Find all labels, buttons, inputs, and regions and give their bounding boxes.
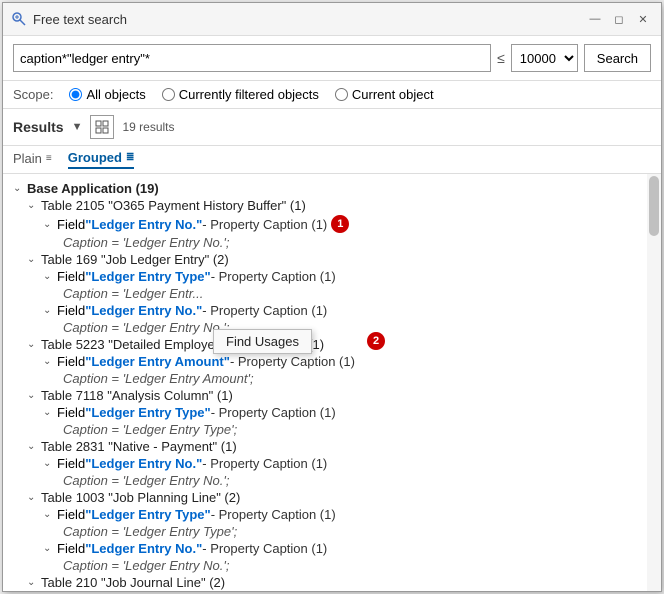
close-button[interactable]: ✕ bbox=[633, 9, 653, 29]
scrollbar-thumb[interactable] bbox=[649, 176, 659, 236]
scrollbar-track[interactable] bbox=[647, 174, 661, 591]
chevron-icon[interactable]: ⌄ bbox=[27, 577, 41, 588]
tree-caption-6: Caption = 'Ledger Entry No.'; bbox=[3, 472, 661, 489]
limit-select[interactable]: 10000 bbox=[511, 44, 578, 72]
limit-symbol: ≤ bbox=[497, 50, 505, 66]
tree-base-application[interactable]: ⌄ Base Application (19) bbox=[3, 180, 661, 197]
chevron-icon[interactable]: ⌄ bbox=[43, 543, 57, 554]
results-chevron[interactable]: ▼ bbox=[72, 121, 83, 133]
tree-caption-7: Caption = 'Ledger Entry Type'; bbox=[3, 523, 661, 540]
chevron-icon[interactable]: ⌄ bbox=[27, 390, 41, 401]
chevron-icon[interactable]: ⌄ bbox=[43, 219, 57, 230]
results-header: Results ▼ 19 results bbox=[3, 109, 661, 146]
window-title: Free text search bbox=[33, 12, 585, 27]
find-usages-popup[interactable]: Find Usages bbox=[213, 329, 312, 354]
chevron-icon[interactable]: ⌄ bbox=[43, 407, 57, 418]
tree-caption-4: Caption = 'Ledger Entry Amount'; bbox=[3, 370, 661, 387]
chevron-icon[interactable]: ⌄ bbox=[43, 458, 57, 469]
tree-table-2831[interactable]: ⌄ Table 2831 "Native - Payment" (1) bbox=[3, 438, 661, 455]
app-icon bbox=[11, 11, 27, 27]
scope-label: Scope: bbox=[13, 87, 53, 102]
tab-grouped[interactable]: Grouped ≣ bbox=[68, 150, 135, 169]
field-label: Field bbox=[57, 354, 85, 369]
results-content: ⌄ Base Application (19) ⌄ Table 2105 "O3… bbox=[3, 174, 661, 591]
tree-field-ledger-entry-no-3[interactable]: ⌄ Field "Ledger Entry No." - Property Ca… bbox=[3, 455, 661, 472]
tree-caption-8: Caption = 'Ledger Entry No.'; bbox=[3, 557, 661, 574]
tree-field-ledger-entry-no-2[interactable]: ⌄ Field "Ledger Entry No." - Property Ca… bbox=[3, 302, 661, 319]
tree-table-7118[interactable]: ⌄ Table 7118 "Analysis Column" (1) bbox=[3, 387, 661, 404]
field-label: Field bbox=[57, 507, 85, 522]
search-button[interactable]: Search bbox=[584, 44, 651, 72]
search-bar: ≤ 10000 Search bbox=[3, 36, 661, 81]
main-window: Free text search — ◻ ✕ ≤ 10000 Search Sc… bbox=[2, 2, 662, 592]
chevron-icon[interactable]: ⌄ bbox=[43, 356, 57, 367]
field-label: Field bbox=[57, 456, 85, 471]
tree-caption-3: Caption = 'Ledger Entry No.'; bbox=[3, 319, 661, 336]
window-controls: — ◻ ✕ bbox=[585, 9, 653, 29]
tree-table-169[interactable]: ⌄ Table 169 "Job Ledger Entry" (2) bbox=[3, 251, 661, 268]
field-label: Field bbox=[57, 269, 85, 284]
tree-table-2105[interactable]: ⌄ Table 2105 "O365 Payment History Buffe… bbox=[3, 197, 661, 214]
results-icon-button[interactable] bbox=[90, 115, 114, 139]
badge-2: 2 bbox=[367, 332, 385, 350]
maximize-button[interactable]: ◻ bbox=[609, 9, 629, 29]
chevron-icon[interactable]: ⌄ bbox=[27, 200, 41, 211]
field-label: Field bbox=[57, 405, 85, 420]
chevron-icon[interactable]: ⌄ bbox=[43, 271, 57, 282]
tree-field-ledger-entry-no-4[interactable]: ⌄ Field "Ledger Entry No." - Property Ca… bbox=[3, 540, 661, 557]
chevron-icon[interactable]: ⌄ bbox=[27, 441, 41, 452]
tree-field-ledger-entry-amount[interactable]: ⌄ Field "Ledger Entry Amount" - Property… bbox=[3, 353, 661, 370]
tree-table-5223[interactable]: ⌄ Table 5223 "Detailed Employee Ledger E… bbox=[3, 336, 661, 353]
tree-caption-1: Caption = 'Ledger Entry No.'; bbox=[3, 234, 661, 251]
field-label: Field bbox=[57, 217, 85, 232]
tree-field-ledger-entry-type-1[interactable]: ⌄ Field "Ledger Entry Type" - Property C… bbox=[3, 268, 661, 285]
view-tabs: Plain ≡ Grouped ≣ bbox=[3, 146, 661, 174]
scope-bar: Scope: All objects Currently filtered ob… bbox=[3, 81, 661, 109]
tree-table-1003[interactable]: ⌄ Table 1003 "Job Planning Line" (2) bbox=[3, 489, 661, 506]
chevron-icon[interactable]: ⌄ bbox=[27, 254, 41, 265]
scope-filtered-objects[interactable]: Currently filtered objects bbox=[162, 87, 319, 102]
results-title: Results bbox=[13, 119, 64, 135]
minimize-button[interactable]: — bbox=[585, 9, 605, 29]
scope-all-objects[interactable]: All objects bbox=[69, 87, 145, 102]
search-input[interactable] bbox=[13, 44, 491, 72]
chevron-icon[interactable]: ⌄ bbox=[27, 492, 41, 503]
field-label: Field bbox=[57, 541, 85, 556]
scope-current-object[interactable]: Current object bbox=[335, 87, 434, 102]
tree-field-ledger-entry-type-2[interactable]: ⌄ Field "Ledger Entry Type" - Property C… bbox=[3, 404, 661, 421]
chevron-icon[interactable]: ⌄ bbox=[13, 183, 27, 194]
chevron-icon[interactable]: ⌄ bbox=[43, 305, 57, 316]
tree-caption-5: Caption = 'Ledger Entry Type'; bbox=[3, 421, 661, 438]
badge-1: 1 bbox=[331, 215, 349, 233]
chevron-icon[interactable]: ⌄ bbox=[27, 339, 41, 350]
tree-field-ledger-entry-type-3[interactable]: ⌄ Field "Ledger Entry Type" - Property C… bbox=[3, 506, 661, 523]
tree-caption-2: Caption = 'Ledger Entr... bbox=[3, 285, 661, 302]
tab-plain[interactable]: Plain ≡ bbox=[13, 151, 52, 168]
title-bar: Free text search — ◻ ✕ bbox=[3, 3, 661, 36]
tree-table-210[interactable]: ⌄ Table 210 "Job Journal Line" (2) bbox=[3, 574, 661, 591]
field-label: Field bbox=[57, 303, 85, 318]
results-count: 19 results bbox=[122, 120, 174, 134]
chevron-icon[interactable]: ⌄ bbox=[43, 509, 57, 520]
tree-field-ledger-entry-no-1[interactable]: ⌄ Field "Ledger Entry No." - Property Ca… bbox=[3, 214, 661, 234]
